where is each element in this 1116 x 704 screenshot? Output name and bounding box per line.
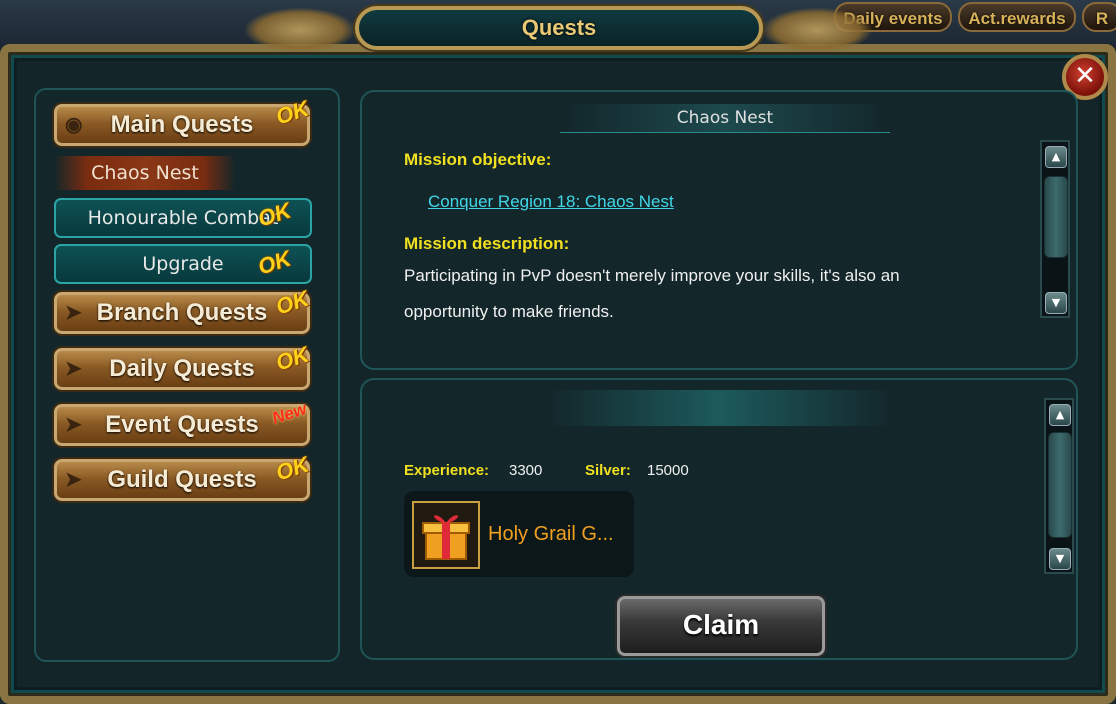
scroll-up-icon[interactable]: ▲ <box>1045 146 1067 168</box>
scroll-up-icon[interactable]: ▲ <box>1049 404 1071 426</box>
scroll-thumb[interactable] <box>1044 176 1068 258</box>
arrow-icon: ➤ <box>65 302 82 324</box>
scroll-down-icon[interactable]: ▼ <box>1045 292 1067 314</box>
objective-link[interactable]: Conquer Region 18: Chaos Nest <box>428 192 674 212</box>
daily-quests-button[interactable]: ➤ Daily Quests <box>54 348 310 390</box>
guild-quests-label: Guild Quests <box>107 466 257 493</box>
reward-header-bar <box>545 390 895 426</box>
mission-title: Chaos Nest <box>560 104 890 133</box>
gift-icon <box>412 501 480 569</box>
branch-quests-button[interactable]: ➤ Branch Quests <box>54 292 310 334</box>
mission-scrollbar[interactable]: ▲ ▼ <box>1040 140 1070 318</box>
reward-item-name: Holy Grail G... <box>488 523 614 545</box>
branch-quests-label: Branch Quests <box>96 299 268 326</box>
ornament-right-icon <box>762 8 872 52</box>
guild-quests-button[interactable]: ➤ Guild Quests <box>54 459 310 501</box>
reward-scrollbar[interactable]: ▲ ▼ <box>1044 398 1074 574</box>
description-line-2: opportunity to make friends. <box>404 302 614 320</box>
act-rewards-tab[interactable]: Act.rewards <box>958 2 1076 32</box>
claim-button[interactable]: Claim <box>617 596 825 656</box>
experience-label: Experience: <box>404 462 490 479</box>
more-tab[interactable]: R <box>1082 2 1116 32</box>
silver-value: 15000 <box>647 462 689 479</box>
daily-quests-label: Daily Quests <box>109 355 255 382</box>
event-quests-label: Event Quests <box>105 411 259 438</box>
main-quests-button[interactable]: ◉ Main Quests <box>54 104 310 146</box>
arrow-icon: ➤ <box>65 414 82 436</box>
reward-item[interactable]: Holy Grail G... <box>404 491 634 577</box>
scroll-thumb[interactable] <box>1048 432 1072 538</box>
window-title: Quests <box>355 6 763 50</box>
main-quests-label: Main Quests <box>110 111 254 138</box>
scroll-down-icon[interactable]: ▼ <box>1049 548 1071 570</box>
objective-label: Mission objective: <box>404 150 552 169</box>
ornament-left-icon <box>245 8 355 52</box>
description-clip: opportunity to make friends. <box>404 300 1004 320</box>
description-line-1: Participating in PvP doesn't merely impr… <box>404 266 900 285</box>
description-label: Mission description: <box>404 234 570 253</box>
silver-label: Silver: <box>585 462 631 479</box>
experience-value: 3300 <box>509 462 543 479</box>
eye-icon: ◉ <box>65 114 83 136</box>
quest-item-chaos-nest[interactable]: Chaos Nest <box>54 156 236 190</box>
arrow-icon: ➤ <box>65 469 82 491</box>
arrow-icon: ➤ <box>65 358 82 380</box>
